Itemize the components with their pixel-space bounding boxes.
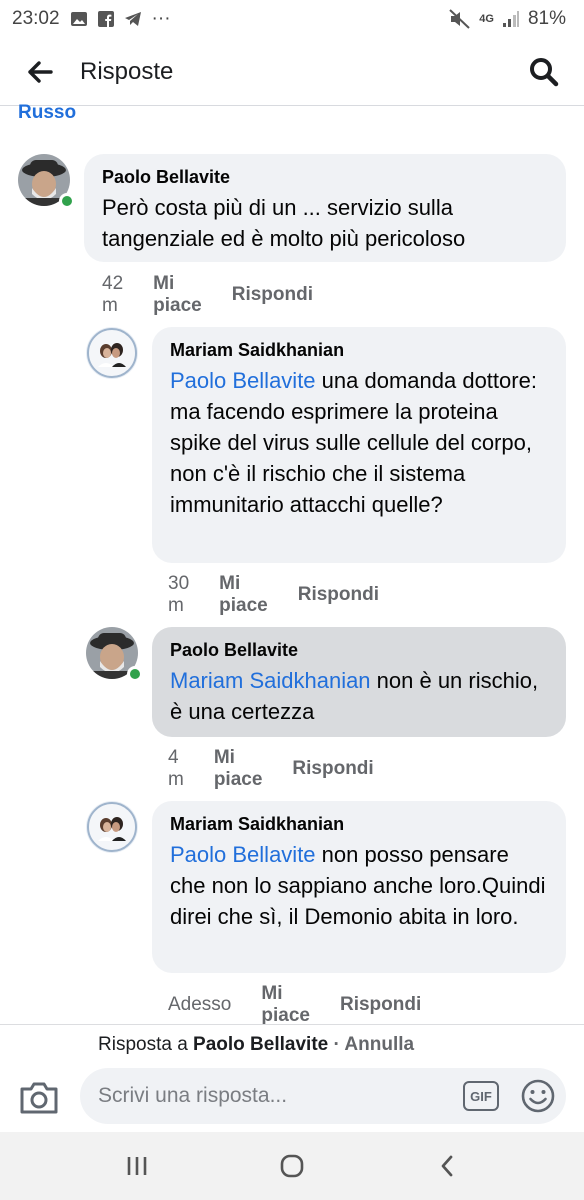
- reply-context: Risposta a Paolo Bellavite · Annulla: [98, 1034, 414, 1056]
- home-icon: [280, 1154, 304, 1178]
- reply-composer: GIF: [0, 1064, 584, 1128]
- like-button[interactable]: Mi piace: [261, 983, 310, 1027]
- comment-time[interactable]: 42 m: [102, 273, 123, 317]
- online-status-dot: [59, 193, 75, 209]
- avatar[interactable]: [86, 327, 138, 379]
- comment-author[interactable]: Paolo Bellavite: [170, 639, 548, 661]
- reply-separator: ·: [328, 1034, 345, 1055]
- reply-button[interactable]: Rispondi: [298, 584, 379, 606]
- chevron-left-icon: [441, 1155, 453, 1177]
- comment-time[interactable]: Adesso: [168, 994, 231, 1016]
- comment-bubble[interactable]: Mariam Saidkhanian Paolo Bellavite una d…: [152, 327, 566, 563]
- online-status-dot: [127, 666, 143, 682]
- comment-bubble[interactable]: Mariam Saidkhanian Paolo Bellavite non p…: [152, 801, 566, 973]
- facebook-icon: [97, 11, 114, 27]
- camera-icon: [20, 1082, 58, 1114]
- comment-time[interactable]: 4 m: [168, 747, 184, 791]
- reply-button[interactable]: Rispondi: [232, 284, 313, 306]
- battery-level: 81%: [527, 8, 566, 29]
- avatar[interactable]: [86, 801, 138, 853]
- signal-icon: [502, 10, 520, 28]
- reply-prefix: Risposta a: [98, 1034, 194, 1055]
- search-icon: [530, 58, 559, 87]
- status-bar: 23:02 ··· 4G 81%: [0, 0, 584, 38]
- telegram-icon: [124, 11, 142, 27]
- mute-icon: [449, 9, 471, 29]
- like-button[interactable]: Mi piace: [214, 747, 263, 791]
- comment-text: Però costa più di un ... servizio sulla …: [102, 195, 466, 251]
- network-type: 4G: [479, 13, 494, 25]
- comment-author[interactable]: Paolo Bellavite: [102, 166, 548, 188]
- app-header: Risposte: [0, 38, 584, 106]
- system-navigation-bar: [0, 1132, 584, 1200]
- reply-button[interactable]: Rispondi: [340, 994, 421, 1016]
- back-button[interactable]: [0, 38, 80, 106]
- like-button[interactable]: Mi piace: [153, 273, 202, 317]
- recent-apps-button[interactable]: [112, 1141, 162, 1191]
- back-nav-button[interactable]: [422, 1141, 472, 1191]
- mention-link[interactable]: Mariam Saidkhanian: [170, 668, 371, 693]
- clock: 23:02: [12, 8, 60, 29]
- reply-button[interactable]: Rispondi: [292, 758, 373, 780]
- gallery-icon: [70, 11, 88, 27]
- emoji-button[interactable]: [520, 1078, 556, 1114]
- previous-comment-author[interactable]: Russo: [18, 100, 76, 120]
- comment-author[interactable]: Mariam Saidkhanian: [170, 339, 548, 361]
- recents-icon: [128, 1157, 147, 1175]
- camera-button[interactable]: [18, 1078, 60, 1118]
- mention-link[interactable]: Paolo Bellavite: [170, 368, 316, 393]
- gif-button[interactable]: GIF: [463, 1081, 499, 1111]
- comment-actions: Adesso Mi piace Rispondi: [168, 983, 451, 1027]
- comment-time[interactable]: 30 m: [168, 573, 189, 617]
- comment-text: Paolo Bellavite non posso pensare che no…: [170, 839, 548, 932]
- search-button[interactable]: [526, 54, 562, 90]
- page-title: Risposte: [80, 57, 174, 85]
- more-notifications: ···: [151, 8, 171, 29]
- comment-actions: 30 m Mi piace Rispondi: [168, 573, 409, 617]
- comment-text: Mariam Saidkhanian non è un rischio, è u…: [170, 665, 548, 727]
- home-button[interactable]: [267, 1141, 317, 1191]
- reply-target: Paolo Bellavite: [193, 1034, 329, 1055]
- comment-actions: 42 m Mi piace Rispondi: [102, 273, 343, 317]
- mention-link[interactable]: Paolo Bellavite: [170, 842, 316, 867]
- smiley-icon: [521, 1079, 555, 1113]
- like-button[interactable]: Mi piace: [219, 573, 268, 617]
- comment-actions: 4 m Mi piace Rispondi: [168, 747, 404, 791]
- divider: [0, 1024, 584, 1025]
- comment-bubble[interactable]: Paolo Bellavite Però costa più di un ...…: [84, 154, 566, 262]
- comment-author[interactable]: Mariam Saidkhanian: [170, 813, 548, 835]
- comment-bubble[interactable]: Paolo Bellavite Mariam Saidkhanian non è…: [152, 627, 566, 737]
- comment-text: Paolo Bellavite una domanda dottore: ma …: [170, 365, 548, 520]
- cancel-reply-button[interactable]: Annulla: [344, 1034, 414, 1055]
- arrow-left-icon: [28, 60, 53, 83]
